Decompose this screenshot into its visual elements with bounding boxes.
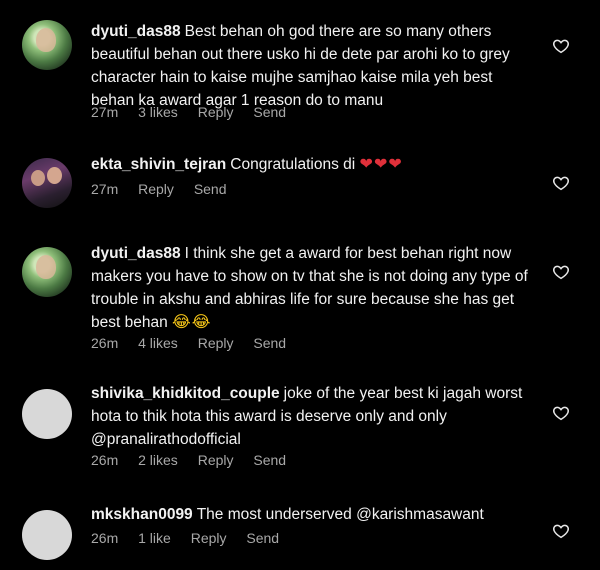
comment-username[interactable]: dyuti_das88	[91, 245, 181, 262]
comment-time: 26m	[91, 452, 119, 468]
comment-meta: 27m 3 likes Reply Send	[91, 104, 302, 120]
heart-outline-icon[interactable]	[552, 37, 570, 55]
comment-body: dyuti_das88 I think she get a award for b…	[91, 242, 531, 334]
comment-body: mkskhan0099 The most underserved @karishm…	[91, 503, 531, 526]
comment-username[interactable]: dyuti_das88	[91, 23, 181, 40]
heart-outline-icon[interactable]	[552, 522, 570, 540]
comments-list: dyuti_das88 Best behan oh god there are s…	[0, 0, 600, 570]
send-button[interactable]: Send	[253, 452, 286, 468]
comment-body: dyuti_das88 Best behan oh god there are s…	[91, 20, 531, 112]
comment-time: 27m	[91, 104, 119, 120]
mention-link[interactable]: @pranalirathodofficial	[91, 431, 241, 448]
avatar[interactable]	[22, 20, 72, 70]
heart-emoji: ❤❤❤	[359, 156, 403, 173]
comment-meta: 27m Reply Send	[91, 181, 243, 197]
comment-text: The most underserved	[196, 506, 352, 523]
comment-username[interactable]: ekta_shivin_tejran	[91, 156, 226, 173]
reply-button[interactable]: Reply	[138, 181, 174, 197]
likes-count[interactable]: 1 like	[138, 530, 171, 546]
reply-button[interactable]: Reply	[198, 335, 234, 351]
send-button[interactable]: Send	[253, 104, 286, 120]
comment-body: shivika_khidkitod_couple joke of the year…	[91, 382, 531, 451]
send-button[interactable]: Send	[253, 335, 286, 351]
comment-username[interactable]: shivika_khidkitod_couple	[91, 385, 280, 402]
likes-count[interactable]: 3 likes	[138, 104, 178, 120]
likes-count[interactable]: 2 likes	[138, 452, 178, 468]
mention-link[interactable]: @karishmasawant	[356, 506, 484, 523]
comment-meta: 26m 4 likes Reply Send	[91, 335, 302, 351]
comment-body: ekta_shivin_tejran Congratulations di ❤❤❤	[91, 153, 531, 176]
comment-username[interactable]: mkskhan0099	[91, 506, 193, 523]
comment-meta: 26m 1 like Reply Send	[91, 530, 295, 546]
avatar[interactable]	[22, 389, 72, 439]
avatar[interactable]	[22, 158, 72, 208]
comment-time: 26m	[91, 530, 119, 546]
heart-outline-icon[interactable]	[552, 263, 570, 281]
avatar[interactable]	[22, 510, 72, 560]
avatar[interactable]	[22, 247, 72, 297]
send-button[interactable]: Send	[246, 530, 279, 546]
comment-text: Congratulations di	[230, 156, 356, 173]
heart-outline-icon[interactable]	[552, 174, 570, 192]
laughing-emoji: 😂😂	[172, 314, 212, 331]
comment-time: 26m	[91, 335, 119, 351]
send-button[interactable]: Send	[194, 181, 227, 197]
likes-count[interactable]: 4 likes	[138, 335, 178, 351]
heart-outline-icon[interactable]	[552, 404, 570, 422]
reply-button[interactable]: Reply	[191, 530, 227, 546]
reply-button[interactable]: Reply	[198, 452, 234, 468]
reply-button[interactable]: Reply	[198, 104, 234, 120]
comment-time: 27m	[91, 181, 119, 197]
comment-meta: 26m 2 likes Reply Send	[91, 452, 302, 468]
